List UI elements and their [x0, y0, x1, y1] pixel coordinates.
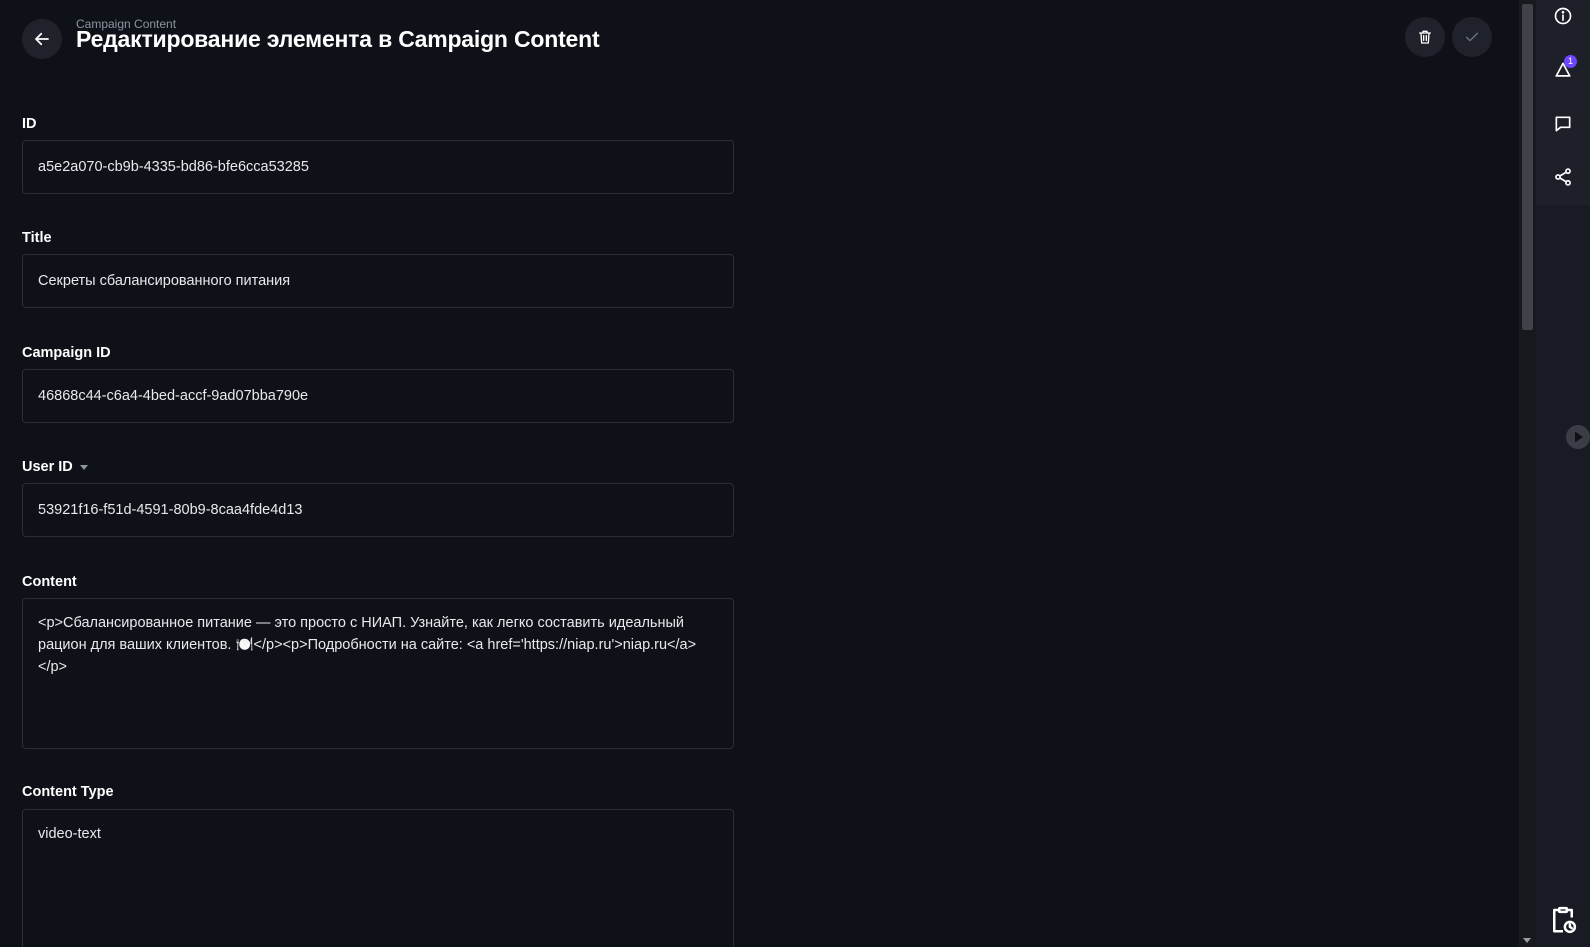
title-field[interactable]: Секреты сбалансированного питания	[22, 254, 734, 308]
arrow-left-icon	[35, 32, 49, 46]
user-id-field[interactable]: 53921f16-f51d-4591-80b9-8caa4fde4d13	[22, 483, 734, 537]
field-label-content: Content	[22, 573, 77, 591]
trash-icon	[1419, 30, 1431, 44]
clipboard-clock-button[interactable]	[1548, 905, 1578, 935]
page-title: Редактирование элемента в Campaign Conte…	[76, 26, 600, 52]
play-icon[interactable]	[1564, 423, 1590, 451]
info-icon	[1554, 7, 1572, 25]
save-button[interactable]	[1452, 17, 1492, 57]
back-button[interactable]	[22, 19, 62, 59]
app-window: Campaign Content Редактирование элемента…	[0, 0, 1590, 947]
label-text: User ID	[22, 459, 73, 475]
campaign-id-field[interactable]: 46868c44-c6a4-4bed-accf-9ad07bba790e	[22, 369, 734, 423]
label-text: Content Type	[22, 784, 114, 800]
notification-badge: 1	[1564, 55, 1577, 68]
comment-icon	[1555, 116, 1571, 132]
caret-down-icon[interactable]	[79, 464, 88, 470]
delete-button[interactable]	[1405, 17, 1445, 57]
notifications-button[interactable]: 1	[1548, 55, 1578, 85]
field-label-title: Title	[22, 229, 52, 247]
share-icon	[1555, 168, 1571, 186]
info-button[interactable]	[1548, 1, 1578, 31]
field-label-id: ID	[22, 115, 37, 133]
right-rail: 1	[1536, 0, 1590, 947]
field-label-user-id[interactable]: User ID	[22, 458, 88, 476]
share-button[interactable]	[1548, 162, 1578, 192]
field-label-content-type: Content Type	[22, 783, 114, 801]
content-type-textarea[interactable]: video-text	[22, 809, 734, 947]
scroll-down-arrow-icon[interactable]	[1523, 938, 1531, 943]
clipboard-clock-icon	[1553, 906, 1577, 934]
scrollbar-thumb[interactable]	[1522, 4, 1533, 330]
main-content: Campaign Content Редактирование элемента…	[0, 0, 1519, 947]
id-field[interactable]: a5e2a070-cb9b-4335-bd86-bfe6cca53285	[22, 140, 734, 194]
comments-button[interactable]	[1548, 109, 1578, 139]
content-textarea[interactable]: <p>Сбалансированное питание — это просто…	[22, 598, 734, 749]
label-text: Content	[22, 574, 77, 590]
field-label-campaign-id: Campaign ID	[22, 344, 111, 362]
check-icon	[1465, 32, 1479, 42]
scrollbar[interactable]	[1519, 0, 1536, 947]
label-text: Campaign ID	[22, 345, 111, 361]
label-text: ID	[22, 116, 37, 132]
label-text: Title	[22, 230, 52, 246]
page-header: Campaign Content Редактирование элемента…	[22, 17, 1492, 61]
